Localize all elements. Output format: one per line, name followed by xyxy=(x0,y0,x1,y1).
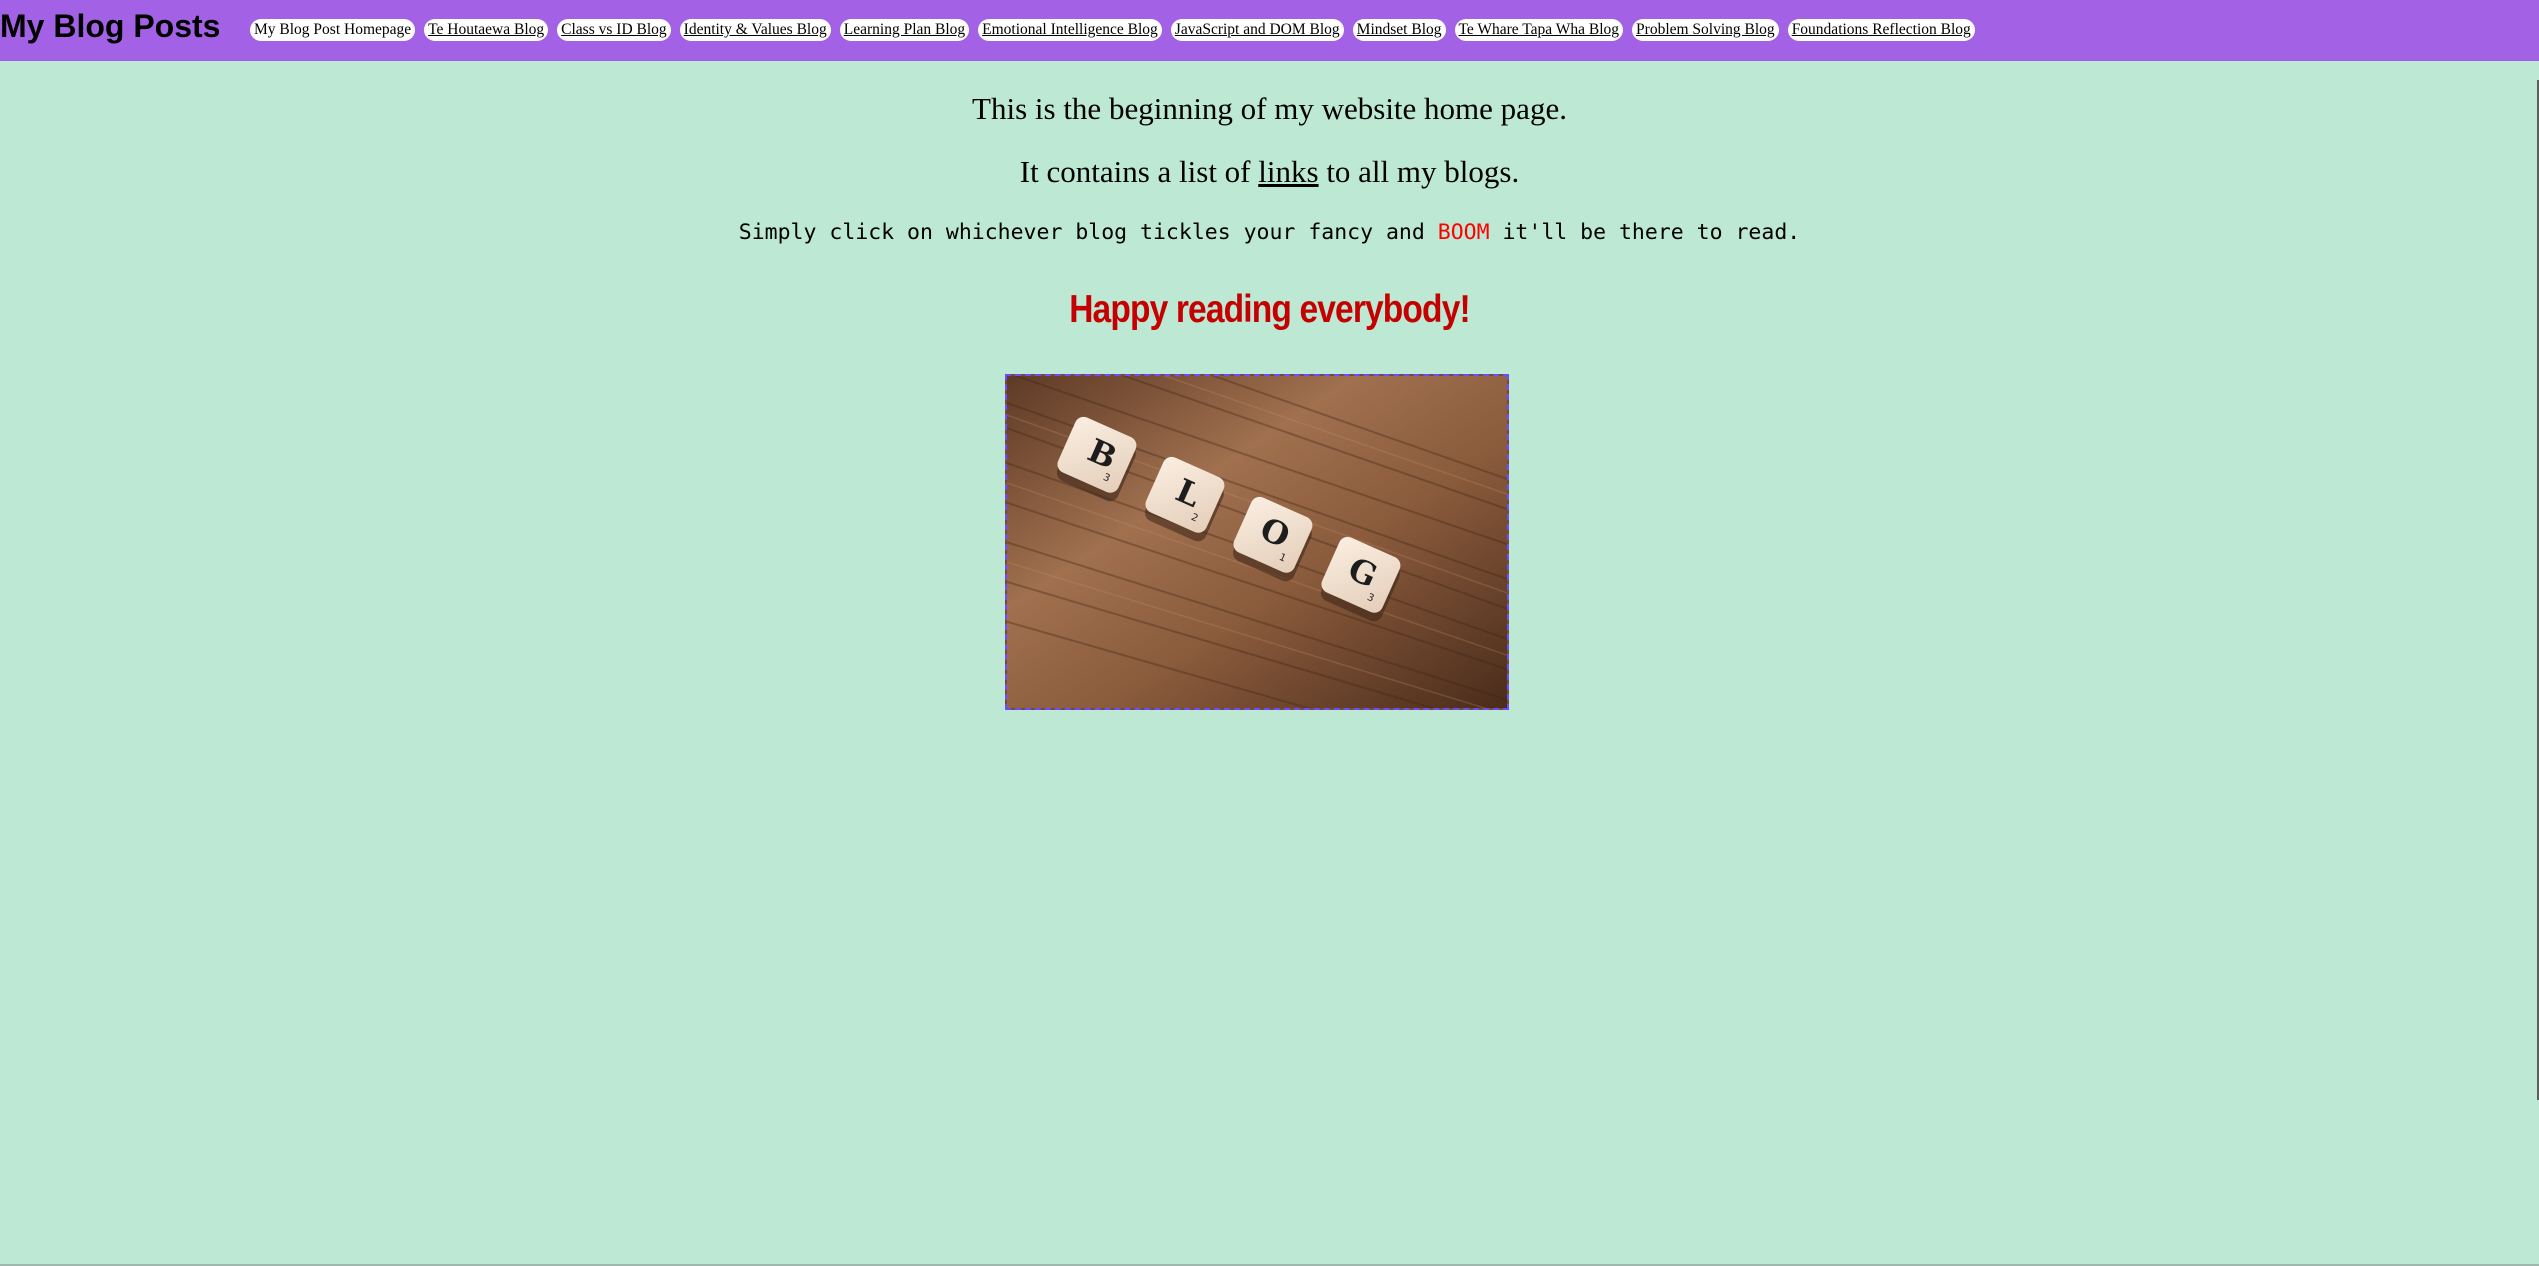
nav-link-emotional-intelligence[interactable]: Emotional Intelligence Blog xyxy=(978,19,1162,41)
instruction-suffix: it'll be there to read. xyxy=(1489,220,1801,245)
nav-link-identity-values[interactable]: Identity & Values Blog xyxy=(679,19,831,41)
links-link[interactable]: links xyxy=(1258,154,1318,189)
top-navigation-bar: My Blog Posts My Blog Post Homepage Te H… xyxy=(0,0,2539,61)
happy-reading-headline: Happy reading everybody! xyxy=(1069,288,1470,331)
site-title: My Blog Posts xyxy=(0,8,221,44)
nav-link-javascript-dom[interactable]: JavaScript and DOM Blog xyxy=(1170,19,1344,41)
instruction-prefix: Simply click on whichever blog tickles y… xyxy=(738,220,1438,245)
blog-tiles-illustration: B 3 L 2 O 1 G 3 xyxy=(1007,376,1507,708)
intro-text: This is the beginning of my website home… xyxy=(972,91,1567,126)
nav-link-problem-solving[interactable]: Problem Solving Blog xyxy=(1632,19,1779,41)
links-sentence-suffix: to all my blogs. xyxy=(1318,154,1520,189)
nav-link-foundations-reflection[interactable]: Foundations Reflection Blog xyxy=(1787,19,1975,41)
blog-tiles-image: B 3 L 2 O 1 G 3 xyxy=(1005,374,1509,710)
boom-highlight: BOOM xyxy=(1437,220,1490,245)
blog-nav: My Blog Post Homepage Te Houtaewa Blog C… xyxy=(250,19,1975,41)
nav-link-homepage[interactable]: My Blog Post Homepage xyxy=(250,19,416,41)
links-sentence: It contains a list of links to all my bl… xyxy=(0,152,2539,192)
nav-link-class-vs-id[interactable]: Class vs ID Blog xyxy=(557,19,671,41)
nav-link-te-whare-tapa-wha[interactable]: Te Whare Tapa Wha Blog xyxy=(1454,19,1624,41)
nav-link-mindset[interactable]: Mindset Blog xyxy=(1352,19,1446,41)
links-sentence-prefix: It contains a list of xyxy=(1019,154,1259,189)
nav-link-learning-plan[interactable]: Learning Plan Blog xyxy=(839,19,970,41)
nav-link-te-houtaewa[interactable]: Te Houtaewa Blog xyxy=(424,19,549,41)
instruction-text: Simply click on whichever blog tickles y… xyxy=(0,218,2539,248)
